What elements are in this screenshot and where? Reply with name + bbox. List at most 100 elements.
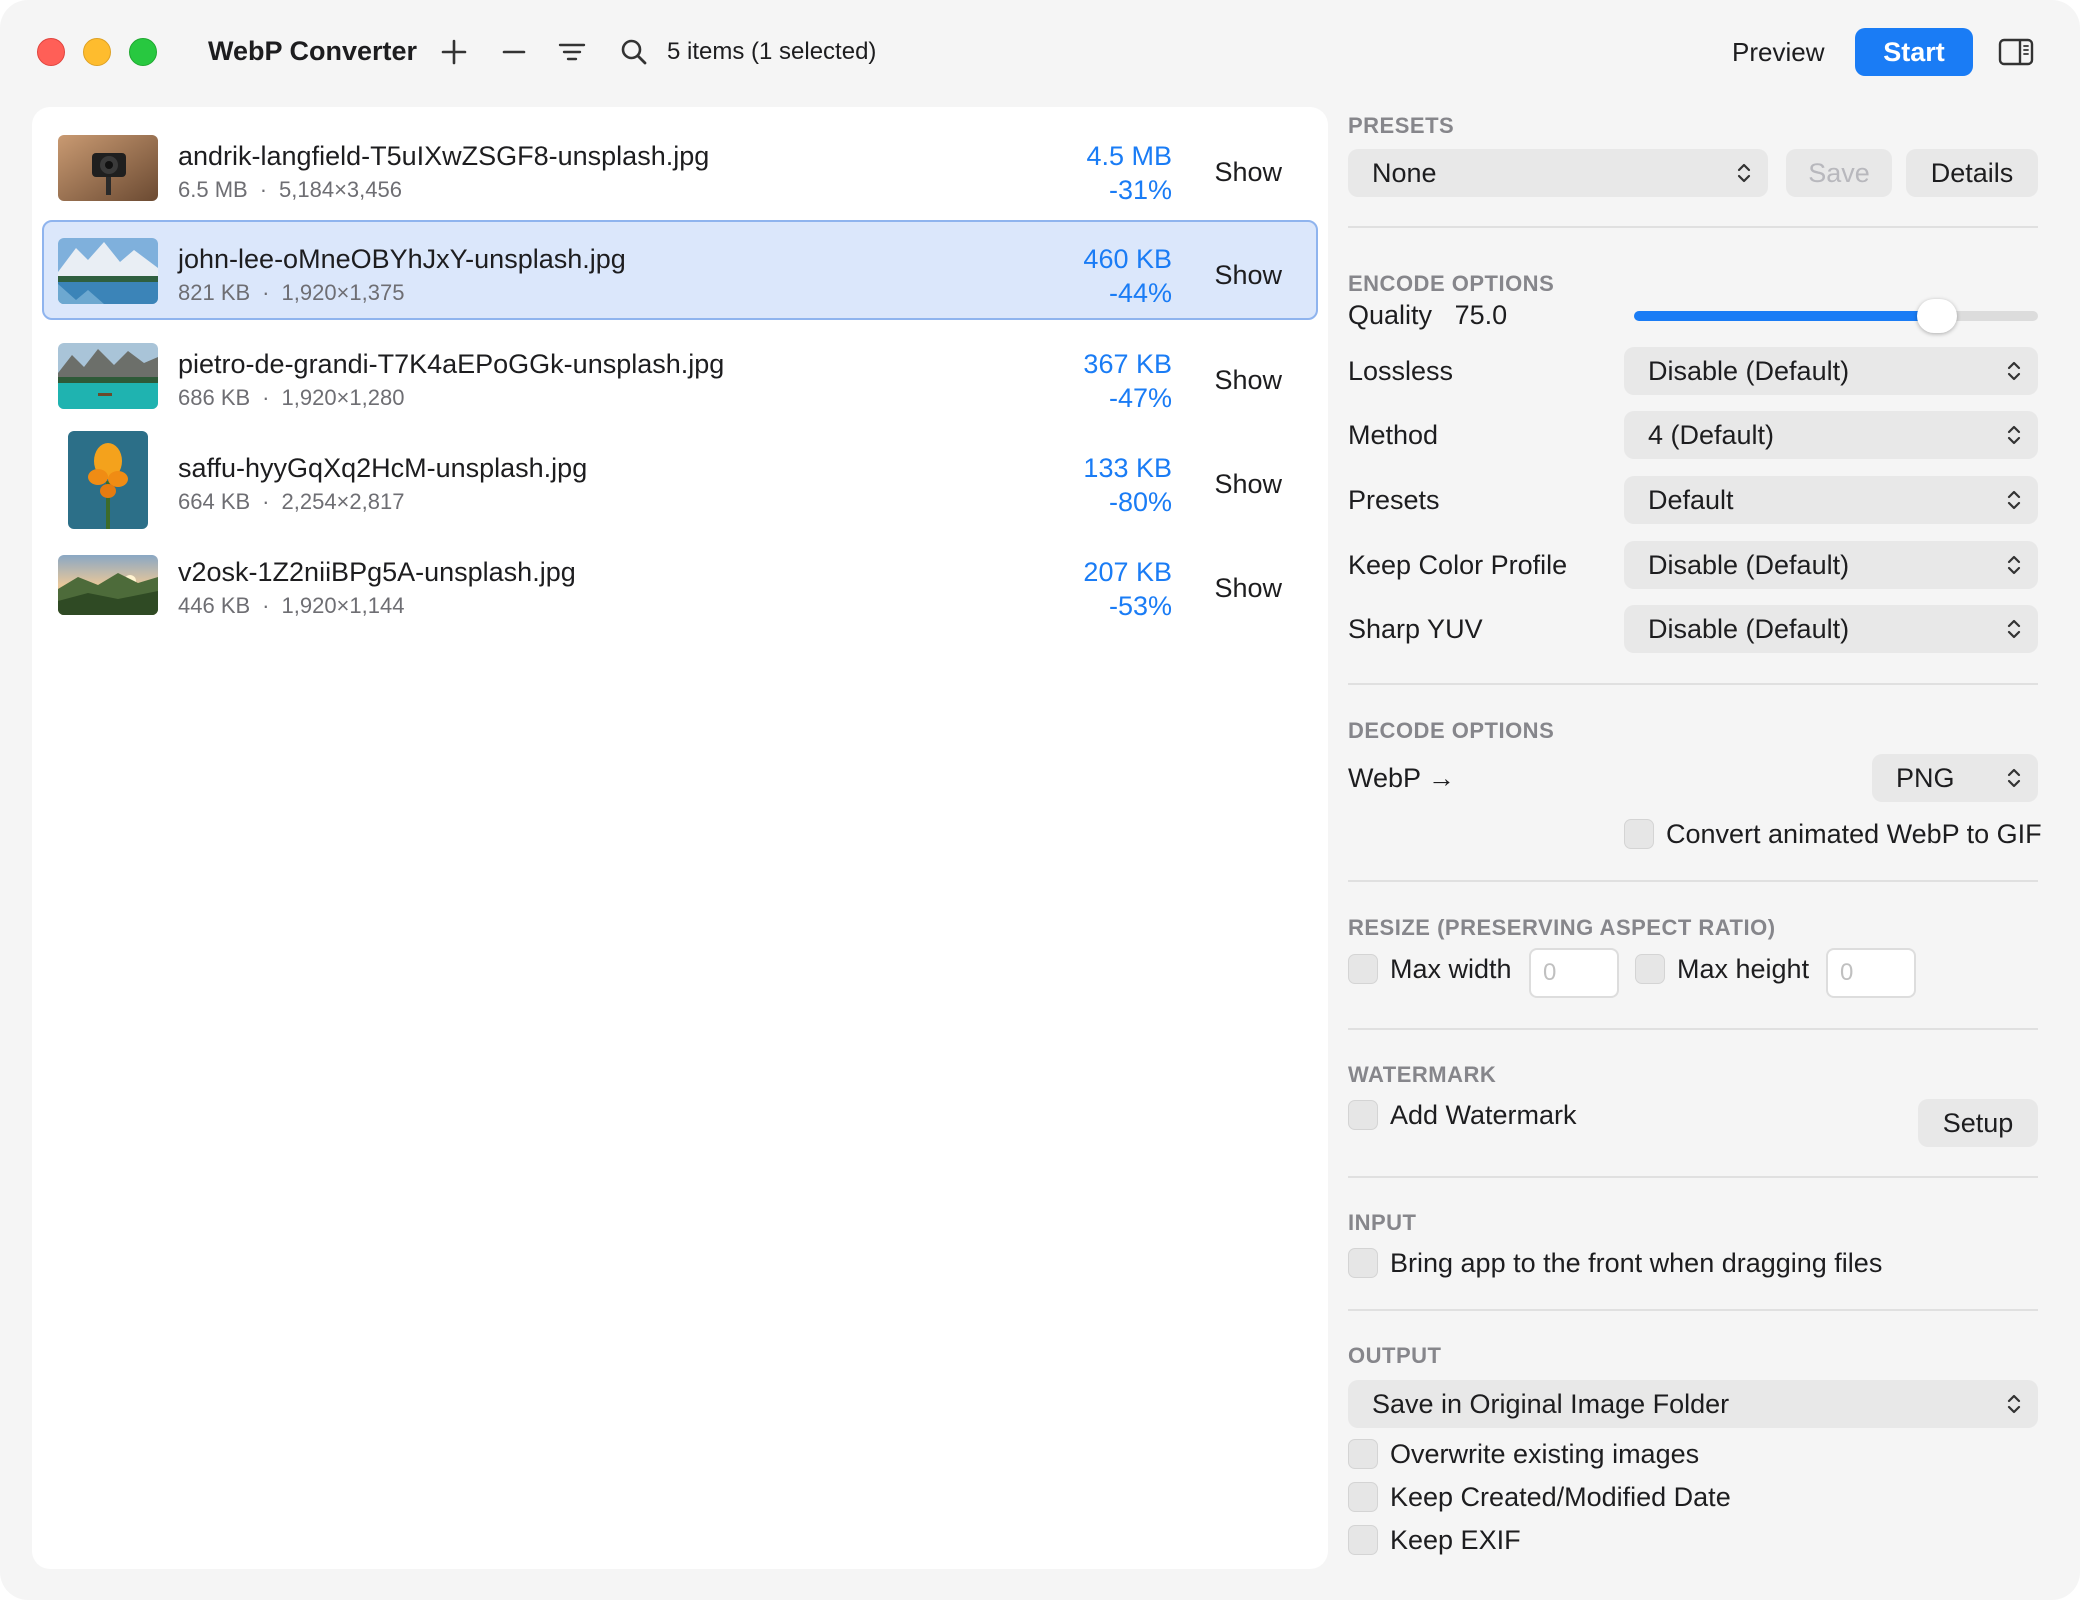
original-size: 446 KB bbox=[178, 593, 251, 618]
original-size: 664 KB bbox=[178, 489, 251, 514]
file-name: pietro-de-grandi-T7K4aEPoGGk-unsplash.jp… bbox=[178, 349, 725, 379]
divider bbox=[1348, 1309, 2038, 1311]
add-watermark-checkbox[interactable] bbox=[1348, 1100, 1378, 1130]
file-list[interactable]: andrik-langfield-T5uIXwZSGF8-unsplash.jp… bbox=[32, 107, 1328, 1569]
size-change-percent: -80% bbox=[1108, 487, 1172, 517]
lossless-select-value: Disable (Default) bbox=[1648, 355, 1850, 386]
max-height-checkbox[interactable] bbox=[1635, 954, 1665, 984]
max-width-checkbox[interactable] bbox=[1348, 954, 1378, 984]
original-size: 686 KB bbox=[178, 385, 251, 410]
minimize-window-button[interactable] bbox=[83, 38, 111, 66]
file-row[interactable]: v2osk-1Z2niiBPg5A-unsplash.jpg 446 KB · 1,… bbox=[42, 533, 1318, 633]
file-row[interactable]: john-lee-oMneOBYhJxY-unsplash.jpg 821 KB… bbox=[42, 220, 1318, 320]
convert-animated-label: Convert animated WebP to GIF bbox=[1666, 819, 2042, 849]
max-width-input[interactable]: 0 bbox=[1529, 948, 1619, 998]
file-name: john-lee-oMneOBYhJxY-unsplash.jpg bbox=[178, 244, 626, 274]
app-window: WebP Converter 5 items (1 selected) Prev… bbox=[0, 0, 2080, 1600]
file-row[interactable]: pietro-de-grandi-T7K4aEPoGGk-unsplash.jp… bbox=[42, 325, 1318, 425]
divider bbox=[1348, 226, 2038, 228]
decode-format-value: PNG bbox=[1896, 762, 1955, 793]
decode-format-select[interactable]: PNG bbox=[1872, 754, 2038, 802]
sharp-yuv-select-value: Disable (Default) bbox=[1648, 613, 1850, 644]
show-in-finder-button[interactable]: Show bbox=[1214, 365, 1282, 396]
file-name: saffu-hyyGqXq2HcM-unsplash.jpg bbox=[178, 453, 588, 483]
decode-options-heading: DECODE OPTIONS bbox=[1348, 718, 1555, 743]
show-in-finder-button[interactable]: Show bbox=[1214, 573, 1282, 604]
chevron-updown-icon bbox=[2007, 619, 2021, 639]
keep-color-profile-select[interactable]: Disable (Default) bbox=[1624, 541, 2038, 589]
keep-exif-checkbox[interactable] bbox=[1348, 1525, 1378, 1555]
overwrite-checkbox[interactable] bbox=[1348, 1439, 1378, 1469]
show-in-finder-button[interactable]: Show bbox=[1214, 157, 1282, 188]
lossless-label: Lossless bbox=[1348, 356, 1454, 386]
file-row[interactable]: saffu-hyyGqXq2HcM-unsplash.jpg 664 KB · 2,… bbox=[42, 429, 1318, 529]
dimensions: 1,920×1,144 bbox=[281, 593, 405, 618]
add-watermark-label: Add Watermark bbox=[1390, 1100, 1577, 1130]
output-location-select[interactable]: Save in Original Image Folder bbox=[1348, 1380, 2038, 1428]
keep-color-profile-label: Keep Color Profile bbox=[1348, 550, 1568, 580]
dimensions: 2,254×2,817 bbox=[281, 489, 405, 514]
search-button[interactable] bbox=[614, 32, 654, 72]
size-change-percent: -31% bbox=[1108, 175, 1172, 205]
lossless-select[interactable]: Disable (Default) bbox=[1624, 347, 2038, 395]
sidebar-right-icon bbox=[1998, 38, 2034, 66]
add-files-button[interactable] bbox=[434, 32, 474, 72]
dimensions: 1,920×1,375 bbox=[281, 280, 405, 305]
dimensions: 5,184×3,456 bbox=[279, 177, 402, 202]
quality-slider-fill bbox=[1634, 311, 1937, 321]
preset-select[interactable]: None bbox=[1348, 149, 1768, 197]
sort-lines-icon bbox=[558, 43, 586, 61]
bring-to-front-checkbox[interactable] bbox=[1348, 1248, 1378, 1278]
watermark-heading: WATERMARK bbox=[1348, 1062, 1497, 1087]
sort-button[interactable] bbox=[552, 32, 592, 72]
file-meta: 686 KB · 1,920×1,280 bbox=[178, 385, 405, 410]
encode-presets-select[interactable]: Default bbox=[1624, 476, 2038, 524]
watermark-setup-button[interactable]: Setup bbox=[1918, 1099, 2038, 1147]
file-meta: 664 KB · 2,254×2,817 bbox=[178, 489, 405, 514]
keep-date-checkbox[interactable] bbox=[1348, 1482, 1378, 1512]
chevron-updown-icon bbox=[2007, 1394, 2021, 1414]
settings-panel: PRESETS None Save Details ENCODE OPTIONS… bbox=[1348, 107, 2042, 1577]
preset-select-value: None bbox=[1372, 157, 1437, 188]
divider bbox=[1348, 683, 2038, 685]
file-thumbnail bbox=[58, 238, 158, 304]
converted-size: 207 KB bbox=[1083, 557, 1172, 587]
plus-icon bbox=[441, 39, 467, 65]
file-meta: 446 KB · 1,920×1,144 bbox=[178, 593, 405, 618]
quality-slider-knob[interactable] bbox=[1917, 299, 1957, 333]
toggle-sidebar-button[interactable] bbox=[1996, 34, 2036, 70]
file-name: andrik-langfield-T5uIXwZSGF8-unsplash.jp… bbox=[178, 141, 710, 171]
save-preset-button[interactable]: Save bbox=[1786, 149, 1892, 197]
chevron-updown-icon bbox=[2007, 555, 2021, 575]
method-label: Method bbox=[1348, 420, 1439, 450]
output-location-value: Save in Original Image Folder bbox=[1372, 1388, 1730, 1419]
preset-details-button[interactable]: Details bbox=[1906, 149, 2038, 197]
close-window-button[interactable] bbox=[37, 38, 65, 66]
start-button[interactable]: Start bbox=[1855, 28, 1973, 76]
keep-date-label: Keep Created/Modified Date bbox=[1390, 1482, 1731, 1512]
show-in-finder-button[interactable]: Show bbox=[1214, 469, 1282, 500]
file-thumbnail bbox=[58, 343, 158, 409]
file-meta: 6.5 MB · 5,184×3,456 bbox=[178, 177, 402, 202]
max-height-input[interactable]: 0 bbox=[1826, 948, 1916, 998]
file-thumbnail bbox=[68, 431, 148, 529]
search-icon bbox=[621, 39, 647, 65]
remove-files-button[interactable] bbox=[494, 32, 534, 72]
zoom-window-button[interactable] bbox=[129, 38, 157, 66]
dimensions: 1,920×1,280 bbox=[281, 385, 405, 410]
show-in-finder-button[interactable]: Show bbox=[1214, 260, 1282, 291]
minus-icon bbox=[502, 50, 526, 54]
convert-animated-checkbox[interactable] bbox=[1624, 819, 1654, 849]
chevron-updown-icon bbox=[1737, 163, 1751, 183]
file-row[interactable]: andrik-langfield-T5uIXwZSGF8-unsplash.jp… bbox=[42, 117, 1318, 217]
method-select[interactable]: 4 (Default) bbox=[1624, 411, 2038, 459]
sharp-yuv-select[interactable]: Disable (Default) bbox=[1624, 605, 2038, 653]
resize-heading: RESIZE (PRESERVING ASPECT RATIO) bbox=[1348, 915, 1776, 940]
webp-to-label: WebP → bbox=[1348, 763, 1456, 793]
preview-button[interactable]: Preview bbox=[1716, 28, 1840, 76]
converted-size: 367 KB bbox=[1083, 349, 1172, 379]
presets-heading: PRESETS bbox=[1348, 113, 1455, 138]
quality-slider[interactable] bbox=[1634, 299, 2038, 333]
chevron-updown-icon bbox=[2007, 425, 2021, 445]
output-heading: OUTPUT bbox=[1348, 1343, 1442, 1368]
